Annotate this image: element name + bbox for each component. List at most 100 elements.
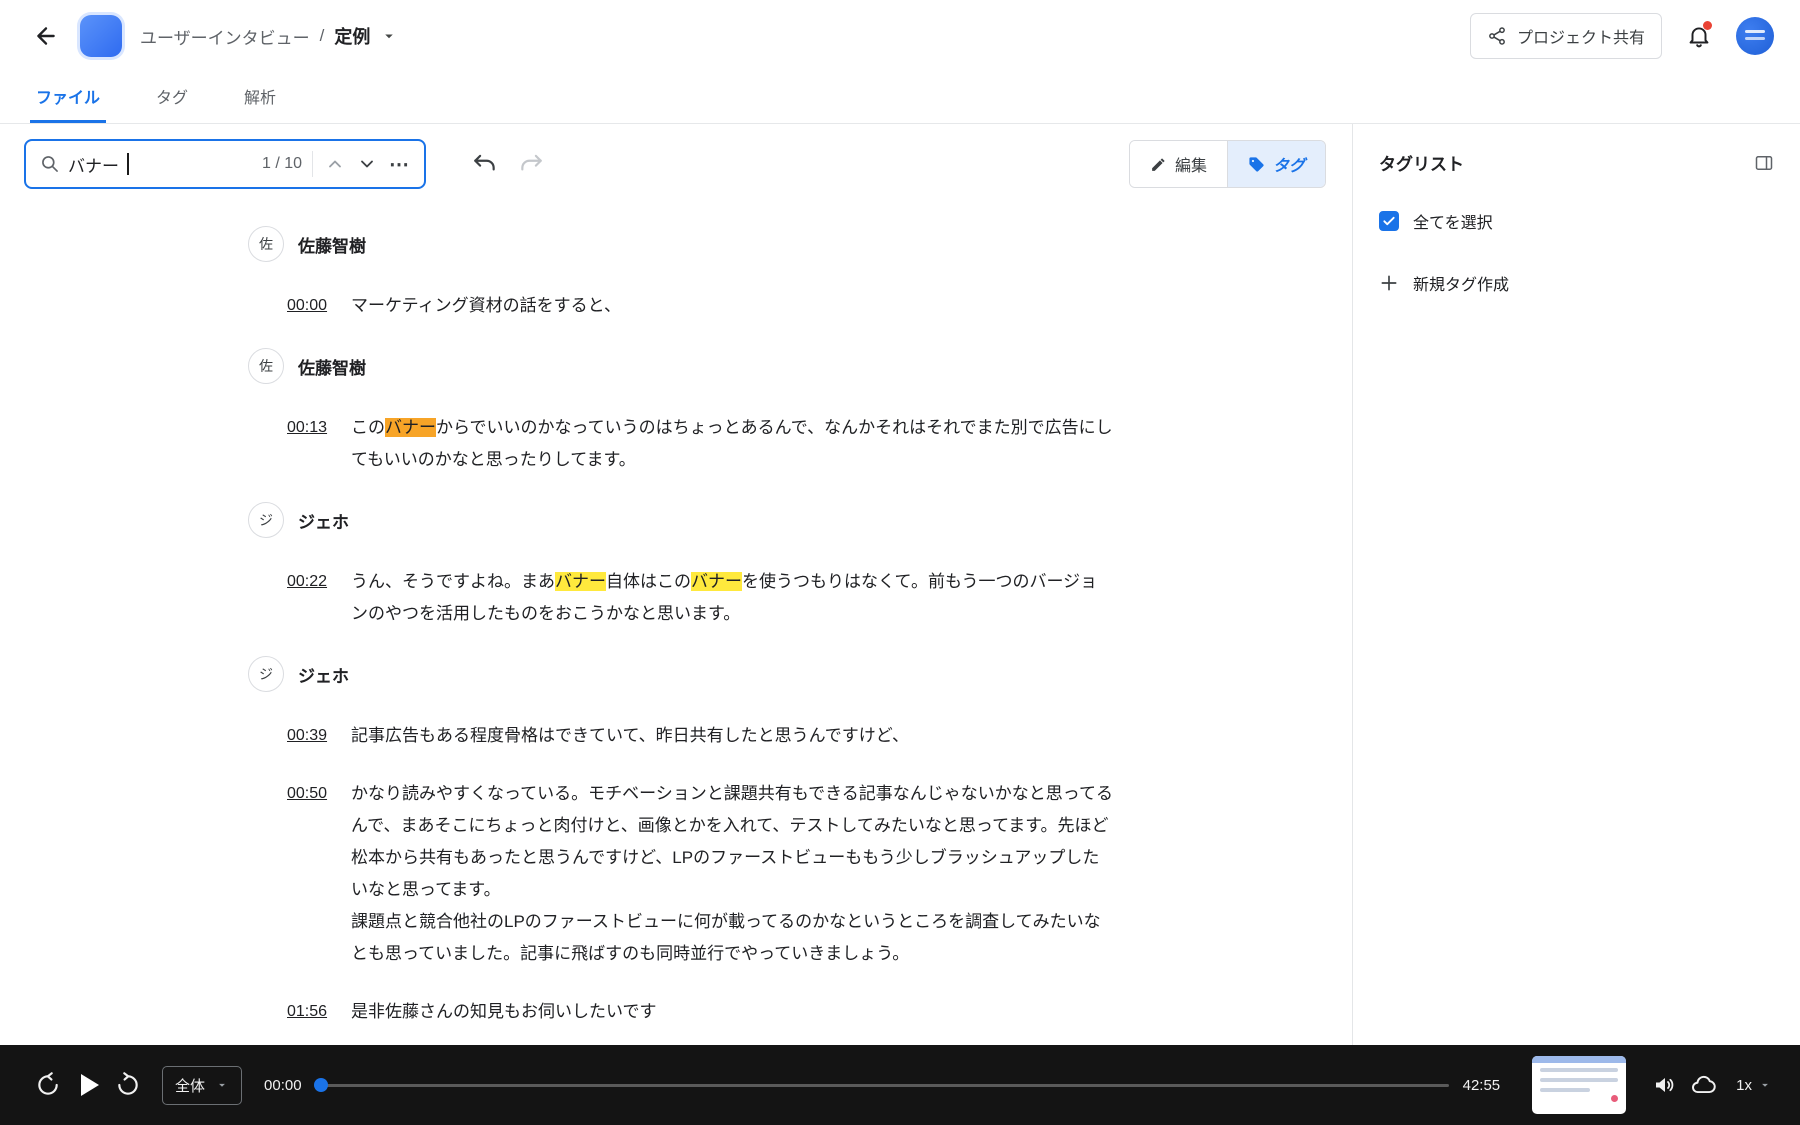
previous-match-button[interactable]	[323, 152, 347, 176]
speaker-avatar: 佐	[248, 226, 284, 262]
tag-list-title: タグリスト	[1379, 150, 1464, 175]
cloud-button[interactable]	[1684, 1065, 1724, 1105]
segment-text[interactable]: マーケティング資材の話をすると、	[351, 290, 1113, 322]
search-match-counter: 1 / 10	[262, 155, 302, 173]
transcript-block: ジジェホ 00:39 記事広告もある程度骨格はできていて、昨日共有したと思うんですけ…	[248, 656, 1352, 1028]
volume-button[interactable]	[1644, 1065, 1684, 1105]
segment-text[interactable]: 記事広告もある程度骨格はできていて、昨日共有したと思うんですけど、	[351, 720, 1113, 752]
share-project-label: プロジェクト共有	[1517, 24, 1645, 48]
speaker-row: ジジェホ	[248, 656, 1352, 692]
cloud-icon	[1691, 1072, 1717, 1098]
mode-switcher: 編集 タグ	[1129, 140, 1326, 188]
breadcrumb-caret-icon[interactable]	[380, 27, 398, 45]
search-highlight[interactable]: バナー	[555, 572, 606, 591]
speaker-name: ジェホ	[298, 662, 349, 687]
transcript-segment: 00:22 うん、そうですよね。まあバナー自体はこのバナーを使うつもりはなくて。前…	[248, 566, 1352, 630]
next-match-button[interactable]	[355, 152, 379, 176]
speaker-name: 佐藤智樹	[298, 232, 366, 257]
timestamp-link[interactable]: 01:56	[287, 996, 335, 1028]
scope-select[interactable]: 全体	[162, 1066, 242, 1105]
select-all-checkbox[interactable]	[1379, 211, 1399, 231]
speaker-row: 佐佐藤智樹	[248, 226, 1352, 262]
pencil-icon	[1150, 156, 1167, 173]
search-input[interactable]: バナー	[68, 152, 119, 177]
divider	[312, 151, 313, 177]
search-options-button[interactable]: ⋯	[387, 150, 412, 179]
tab-analysis[interactable]: 解析	[238, 72, 282, 123]
segment-text[interactable]: 是非佐藤さんの知見もお伺いしたいです	[351, 996, 1113, 1028]
speaker-avatar: ジ	[248, 502, 284, 538]
search-icon	[40, 154, 60, 174]
chevron-down-icon	[215, 1078, 229, 1092]
tag-icon	[1248, 156, 1265, 173]
chevron-down-icon	[1758, 1078, 1772, 1092]
side-panel-icon	[1754, 153, 1774, 173]
notification-badge	[1703, 21, 1712, 30]
create-tag-label: 新規タグ作成	[1413, 271, 1509, 295]
restart-button[interactable]	[28, 1065, 68, 1105]
top-bar: ユーザーインタビュー / 定例 プロジェクト共有	[0, 0, 1800, 72]
playback-speed-button[interactable]: 1x	[1736, 1077, 1772, 1094]
search-box[interactable]: バナー 1 / 10 ⋯	[24, 139, 426, 189]
timestamp-link[interactable]: 00:13	[287, 412, 335, 476]
segment-text[interactable]: うん、そうですよね。まあバナー自体はこのバナーを使うつもりはなくて。前もう一つの…	[351, 566, 1113, 630]
breadcrumb-file[interactable]: 定例	[334, 23, 370, 49]
segment-text[interactable]: かなり読みやすくなっている。モチベーションと課題共有もできる記事なんじゃないかな…	[351, 778, 1113, 970]
repeat-button[interactable]	[108, 1065, 148, 1105]
video-thumbnail[interactable]	[1532, 1056, 1626, 1114]
thumbnail-decoration	[1540, 1088, 1590, 1092]
replay-icon	[35, 1072, 61, 1098]
thumbnail-decoration	[1611, 1095, 1618, 1102]
tag-list-header: タグリスト	[1379, 150, 1774, 175]
timestamp-link[interactable]: 00:00	[287, 290, 335, 322]
tab-files[interactable]: ファイル	[30, 72, 106, 123]
notifications-button[interactable]	[1684, 21, 1714, 51]
speaker-avatar: 佐	[248, 348, 284, 384]
redo-button[interactable]	[516, 149, 546, 179]
transcript-segment: 00:13 このバナーからでいいのかなっていうのはちょっとあるんで、なんかそれはそ…	[248, 412, 1352, 476]
play-icon	[81, 1074, 99, 1096]
breadcrumb-project[interactable]: ユーザーインタビュー	[140, 24, 310, 49]
edit-mode-button[interactable]: 編集	[1130, 141, 1227, 187]
create-tag-button[interactable]: 新規タグ作成	[1379, 271, 1509, 295]
tag-list-panel: タグリスト 全てを選択	[1352, 124, 1800, 1045]
timestamp-link[interactable]: 00:22	[287, 566, 335, 630]
search-highlight[interactable]: バナー	[691, 572, 742, 591]
forward-loop-icon	[115, 1072, 141, 1098]
text-cursor	[127, 153, 129, 175]
search-highlight-current[interactable]: バナー	[385, 418, 436, 437]
back-button[interactable]	[26, 16, 66, 56]
share-project-button[interactable]: プロジェクト共有	[1470, 13, 1662, 59]
user-avatar[interactable]	[1736, 17, 1774, 55]
timestamp-link[interactable]: 00:39	[287, 720, 335, 752]
panel-toggle-button[interactable]	[1754, 153, 1774, 173]
thumbnail-decoration	[1540, 1078, 1618, 1082]
volume-icon	[1652, 1073, 1676, 1097]
project-icon[interactable]	[80, 15, 122, 57]
playback-speed-value: 1x	[1736, 1077, 1752, 1094]
transcript: 佐佐藤智樹00:00マーケティング資材の話をすると、佐佐藤智樹00:13このバナ…	[0, 190, 1352, 1045]
segment-text[interactable]: このバナーからでいいのかなっていうのはちょっとあるんで、なんかそれはそれでまた別…	[351, 412, 1113, 476]
tag-mode-button[interactable]: タグ	[1227, 141, 1325, 187]
share-icon	[1487, 26, 1507, 46]
timestamp-link[interactable]: 00:50	[287, 778, 335, 970]
transcript-segment: 00:50 かなり読みやすくなっている。モチベーションと課題共有もできる記事なんじ…	[248, 778, 1352, 970]
topbar-actions: プロジェクト共有	[1470, 13, 1774, 59]
seek-bar[interactable]	[316, 1084, 1449, 1087]
speaker-row: ジジェホ	[248, 502, 1352, 538]
tab-tags[interactable]: タグ	[150, 72, 194, 123]
transcript-block: 佐佐藤智樹 00:13 このバナーからでいいのかなっていうのはちょっとあるんで、なん…	[248, 348, 1352, 476]
total-time: 42:55	[1463, 1077, 1501, 1094]
tag-mode-label: タグ	[1273, 152, 1305, 176]
transcript-segment: 00:00 マーケティング資材の話をすると、	[248, 290, 1352, 322]
seek-handle[interactable]	[314, 1078, 328, 1092]
select-all-row[interactable]: 全てを選択	[1379, 209, 1774, 233]
undo-button[interactable]	[470, 149, 500, 179]
chevron-up-icon	[325, 154, 345, 174]
speaker-name: 佐藤智樹	[298, 354, 366, 379]
play-button[interactable]	[68, 1065, 108, 1105]
scope-select-value: 全体	[175, 1075, 205, 1096]
tab-bar: ファイル タグ 解析	[0, 72, 1800, 124]
app-root: ユーザーインタビュー / 定例 プロジェクト共有	[0, 0, 1800, 1125]
transcript-segment: 00:39 記事広告もある程度骨格はできていて、昨日共有したと思うんですけど、	[248, 720, 1352, 752]
